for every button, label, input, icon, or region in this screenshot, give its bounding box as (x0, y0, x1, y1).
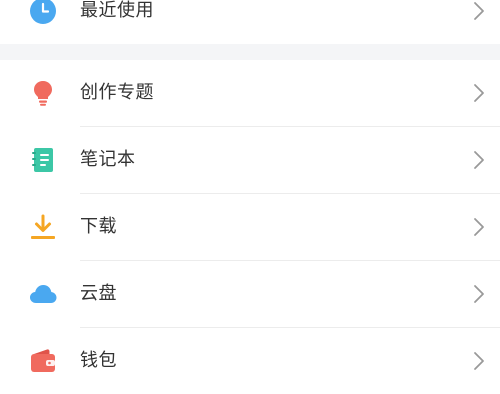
chevron-right-icon (472, 283, 486, 305)
chevron-right-icon (472, 216, 486, 238)
menu-item-label: 最近使用 (80, 0, 154, 21)
main-menu-group: 创作专题 笔记本 下载 云盘 钱包 (0, 60, 500, 380)
menu-item-label: 笔记本 (80, 149, 136, 170)
clock-icon (28, 0, 58, 26)
chevron-right-icon (472, 0, 486, 22)
notebook-icon (28, 145, 58, 175)
lightbulb-icon (28, 78, 58, 108)
menu-item-recent[interactable]: 最近使用 (0, 0, 500, 44)
menu-item-cloud-drive[interactable]: 云盘 (0, 261, 500, 327)
menu-item-label: 创作专题 (80, 82, 154, 103)
menu-item-creation-topics[interactable]: 创作专题 (0, 60, 500, 126)
menu-item-label: 钱包 (80, 350, 117, 371)
chevron-right-icon (472, 149, 486, 171)
chevron-right-icon (472, 350, 486, 372)
section-gap (0, 44, 500, 60)
cloud-icon (28, 279, 58, 309)
menu-item-wallet[interactable]: 钱包 (0, 328, 500, 394)
menu-item-download[interactable]: 下载 (0, 194, 500, 260)
menu-item-label: 下载 (80, 216, 117, 237)
recent-group: 最近使用 (0, 0, 500, 44)
chevron-right-icon (472, 82, 486, 104)
wallet-icon (28, 346, 58, 376)
download-icon (28, 212, 58, 242)
menu-item-label: 云盘 (80, 283, 117, 304)
menu-item-notebook[interactable]: 笔记本 (0, 127, 500, 193)
